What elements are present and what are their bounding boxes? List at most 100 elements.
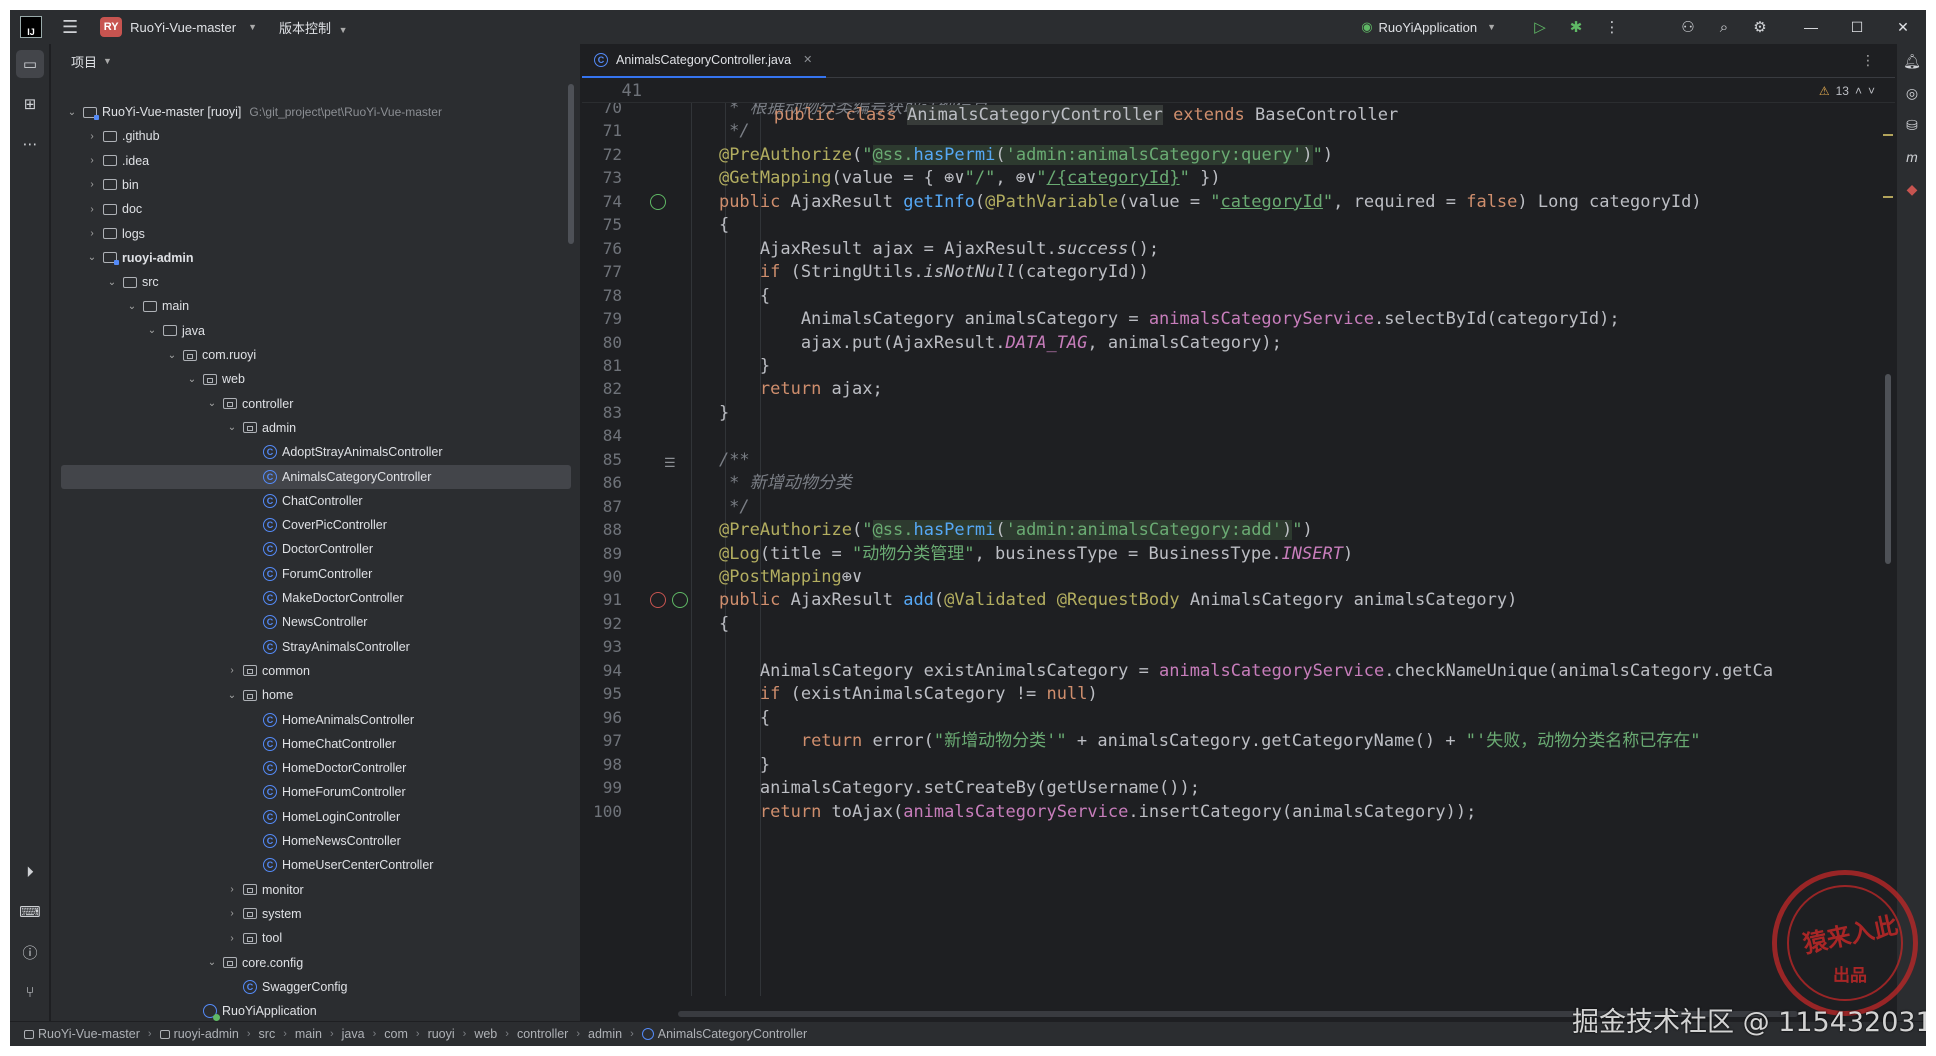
- tree-item[interactable]: C StrayAnimalsController: [51, 635, 580, 659]
- tree-item[interactable]: › logs: [51, 222, 580, 246]
- tab-animals-category-controller[interactable]: C AnimalsCategoryController.java ✕: [582, 44, 827, 78]
- tree-item[interactable]: C ChatController: [51, 489, 580, 513]
- line-number[interactable]: 82: [582, 377, 622, 401]
- breadcrumb-item[interactable]: RuoYi-Vue-master: [38, 1027, 140, 1041]
- line-number[interactable]: 74: [582, 190, 622, 214]
- tree-item[interactable]: › doc: [51, 197, 580, 221]
- breadcrumb-item[interactable]: ruoyi-admin: [174, 1027, 239, 1041]
- breadcrumb-item[interactable]: controller: [517, 1027, 568, 1041]
- code-line[interactable]: 91 public AjaxResult add(@Validated @Req…: [582, 588, 1895, 612]
- expand-chevron-icon[interactable]: ⌄: [85, 252, 99, 263]
- breadcrumb-item[interactable]: main: [295, 1027, 322, 1041]
- collapse-chevron-icon[interactable]: ›: [85, 204, 99, 215]
- project-scrollbar[interactable]: [568, 84, 574, 244]
- line-number[interactable]: 87: [582, 495, 622, 519]
- line-number[interactable]: 73: [582, 166, 622, 190]
- code-line[interactable]: 79 AnimalsCategory animalsCategory = ani…: [582, 307, 1895, 331]
- line-number[interactable]: 90: [582, 565, 622, 589]
- close-button[interactable]: ✕: [1880, 19, 1926, 36]
- code-line[interactable]: 88 @PreAuthorize("@ss.hasPermi('admin:an…: [582, 518, 1895, 542]
- code-line[interactable]: 73 @GetMapping(value = { ⊕∨"/", ⊕∨"/{cat…: [582, 166, 1895, 190]
- collapse-chevron-icon[interactable]: ›: [225, 908, 239, 919]
- notifications-icon[interactable]: 🔔︎: [1901, 50, 1923, 72]
- line-number[interactable]: 80: [582, 331, 622, 355]
- expand-chevron-icon[interactable]: ⌄: [165, 350, 179, 361]
- tree-item[interactable]: › bin: [51, 173, 580, 197]
- breadcrumb-item[interactable]: com: [384, 1027, 408, 1041]
- code-line[interactable]: 84: [582, 424, 1895, 448]
- expand-chevron-icon[interactable]: ⌄: [105, 277, 119, 288]
- line-number[interactable]: 72: [582, 143, 622, 167]
- code-line[interactable]: 93: [582, 635, 1895, 659]
- error-stripe[interactable]: [1883, 134, 1893, 258]
- search-icon[interactable]: ⌕: [1706, 19, 1742, 36]
- breadcrumb-item[interactable]: web: [474, 1027, 497, 1041]
- tree-item[interactable]: C SwaggerConfig: [51, 975, 580, 999]
- breadcrumb-item[interactable]: AnimalsCategoryController: [658, 1027, 807, 1041]
- code-line[interactable]: 77 if (StringUtils.isNotNull(categoryId)…: [582, 260, 1895, 284]
- debug-icon[interactable]: ✱: [1558, 18, 1594, 36]
- expand-chevron-icon[interactable]: ⌄: [125, 301, 139, 312]
- tree-item[interactable]: C AdoptStrayAnimalsController: [51, 440, 580, 464]
- more-tools-icon[interactable]: ⋯: [16, 130, 44, 158]
- tree-item[interactable]: › .idea: [51, 149, 580, 173]
- line-number[interactable]: 84: [582, 424, 622, 448]
- inspection-widget[interactable]: ⚠ 13 ˄ ˅: [1819, 79, 1875, 103]
- endpoint-gutter-icon[interactable]: [650, 193, 666, 210]
- code-line[interactable]: 90 @PostMapping⊕∨: [582, 565, 1895, 589]
- line-number[interactable]: 77: [582, 260, 622, 284]
- terminal-tool-icon[interactable]: ⌨: [16, 898, 44, 926]
- line-number[interactable]: 92: [582, 612, 622, 636]
- code-line[interactable]: 87 */: [582, 495, 1895, 519]
- line-number[interactable]: 98: [582, 753, 622, 777]
- code-line[interactable]: 76 AjaxResult ajax = AjaxResult.success(…: [582, 237, 1895, 261]
- code-line[interactable]: 99 animalsCategory.setCreateBy(getUserna…: [582, 776, 1895, 800]
- code-line[interactable]: 92 {: [582, 612, 1895, 636]
- plugin-icon[interactable]: ◆: [1901, 178, 1923, 200]
- collapse-chevron-icon[interactable]: ›: [85, 131, 99, 142]
- tree-item[interactable]: › system: [51, 902, 580, 926]
- line-number[interactable]: 85: [582, 448, 622, 472]
- app-logo-icon[interactable]: IJ: [20, 16, 42, 38]
- tree-item[interactable]: ⌄ main: [51, 294, 580, 318]
- breadcrumb-item[interactable]: java: [342, 1027, 365, 1041]
- tree-item[interactable]: C NewsController: [51, 610, 580, 634]
- tree-item[interactable]: ⌄ home: [51, 683, 580, 707]
- line-number[interactable]: 99: [582, 776, 622, 800]
- tree-item[interactable]: ⌄ ruoyi-admin: [51, 246, 580, 270]
- collapse-chevron-icon[interactable]: ›: [225, 884, 239, 895]
- tree-item[interactable]: › common: [51, 659, 580, 683]
- code-line[interactable]: 94 AnimalsCategory existAnimalsCategory …: [582, 659, 1895, 683]
- code-line[interactable]: 81 }: [582, 354, 1895, 378]
- more-actions-icon[interactable]: ⋮: [1594, 18, 1630, 36]
- line-number[interactable]: 75: [582, 213, 622, 237]
- tree-item[interactable]: C HomeNewsController: [51, 829, 580, 853]
- project-tool-icon[interactable]: ▭: [16, 50, 44, 78]
- breadcrumb-item[interactable]: admin: [588, 1027, 622, 1041]
- tree-item[interactable]: ⌄ RuoYi-Vue-master [ruoyi] G:\git_project\…: [51, 100, 580, 124]
- editor-vertical-scrollbar[interactable]: [1885, 374, 1891, 564]
- tree-item[interactable]: C ForumController: [51, 562, 580, 586]
- line-number[interactable]: 94: [582, 659, 622, 683]
- tree-item[interactable]: C HomeChatController: [51, 732, 580, 756]
- collapse-chevron-icon[interactable]: ›: [225, 933, 239, 944]
- tree-item[interactable]: ⌄ admin: [51, 416, 580, 440]
- tree-item[interactable]: RuoYiApplication: [51, 999, 580, 1021]
- maven-icon[interactable]: m: [1901, 146, 1923, 168]
- code-line[interactable]: 86 * 新增动物分类: [582, 471, 1895, 495]
- tree-item[interactable]: › monitor: [51, 878, 580, 902]
- tree-item[interactable]: C AnimalsCategoryController: [61, 464, 571, 489]
- line-number[interactable]: 78: [582, 284, 622, 308]
- code-line[interactable]: 83 }: [582, 401, 1895, 425]
- line-number[interactable]: 89: [582, 542, 622, 566]
- close-tab-icon[interactable]: ✕: [803, 53, 812, 66]
- line-number[interactable]: 96: [582, 706, 622, 730]
- tree-item[interactable]: ⌄ controller: [51, 392, 580, 416]
- maximize-button[interactable]: ☐: [1834, 19, 1880, 36]
- expand-chevron-icon[interactable]: ⌄: [145, 325, 159, 336]
- tree-item[interactable]: ⌄ com.ruoyi: [51, 343, 580, 367]
- tree-item[interactable]: ⌄ web: [51, 367, 580, 391]
- collapse-chevron-icon[interactable]: ›: [225, 665, 239, 676]
- line-number[interactable]: 93: [582, 635, 622, 659]
- run-icon[interactable]: ▷: [1522, 18, 1558, 36]
